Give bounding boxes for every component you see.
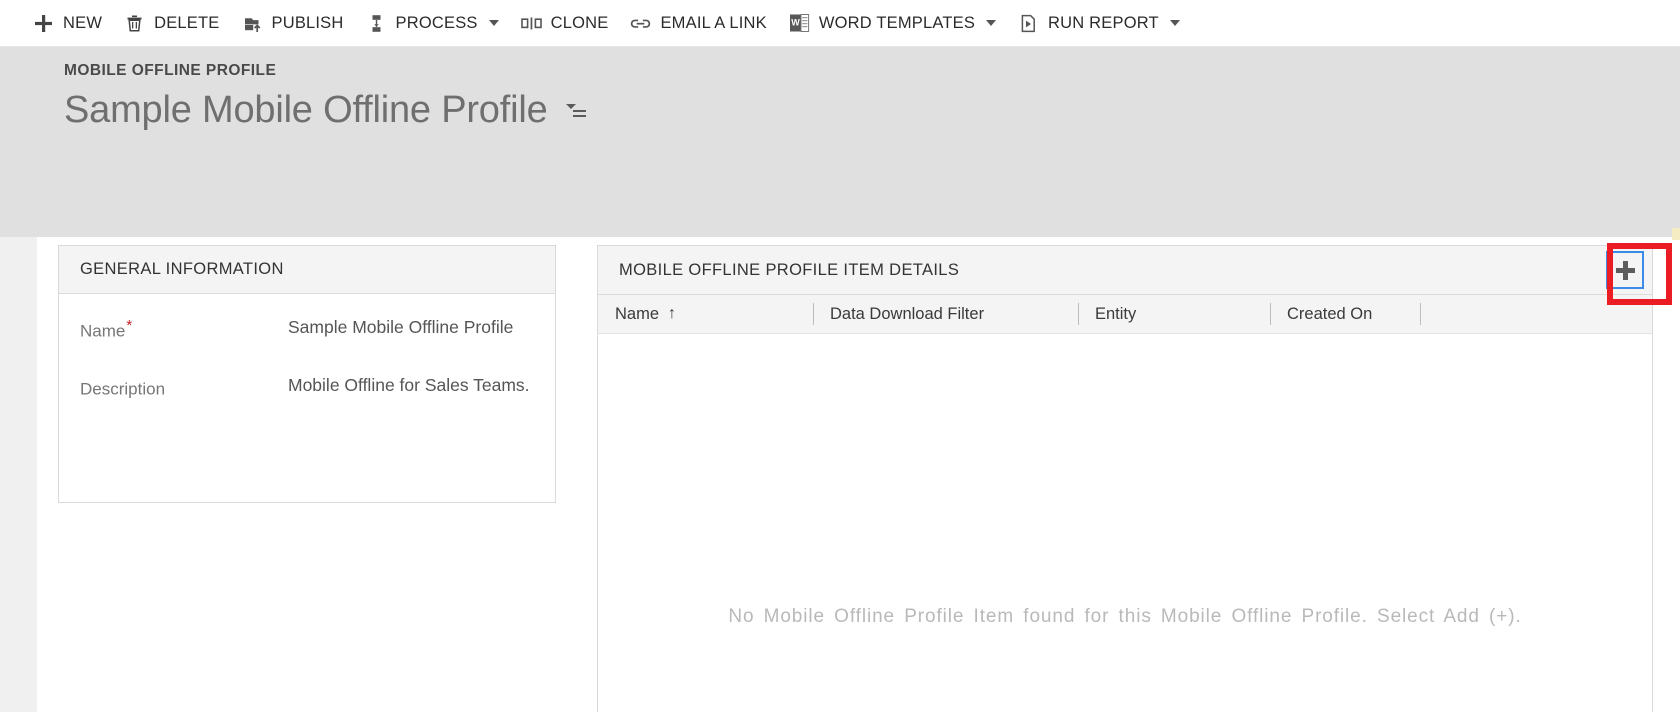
item-details-title: MOBILE OFFLINE PROFILE ITEM DETAILS — [619, 260, 960, 279]
column-header-name[interactable]: Name ↑ — [598, 295, 813, 333]
grid-empty-message: No Mobile Offline Profile Item found for… — [728, 606, 1522, 627]
command-bar: NEW DELETE PUBLISH PROCESS CLONE EMAIL A… — [0, 0, 1680, 47]
page-title: Sample Mobile Offline Profile — [64, 89, 548, 131]
clone-button-label: CLONE — [550, 13, 609, 32]
description-field-label: Description — [80, 374, 288, 400]
record-set-navigator-icon[interactable] — [565, 103, 586, 119]
delete-button[interactable]: DELETE — [113, 0, 230, 47]
general-information-title: GENERAL INFORMATION — [80, 260, 284, 278]
left-gutter — [0, 237, 37, 712]
sort-ascending-icon: ↑ — [668, 305, 677, 322]
add-item-button[interactable] — [1606, 251, 1644, 289]
delete-button-label: DELETE — [154, 13, 220, 32]
record-title-row: Sample Mobile Offline Profile — [64, 89, 586, 131]
run-report-button-label: RUN REPORT — [1048, 13, 1159, 32]
link-icon — [630, 13, 651, 34]
chevron-down-icon — [565, 103, 576, 109]
form-body: GENERAL INFORMATION Name* Sample Mobile … — [0, 237, 1680, 712]
entity-type-label: MOBILE OFFLINE PROFILE — [64, 62, 277, 79]
description-label-text: Description — [80, 379, 166, 399]
item-details-section: MOBILE OFFLINE PROFILE ITEM DETAILS Name… — [597, 245, 1653, 712]
publish-upload-icon — [242, 13, 263, 34]
word-templates-button[interactable]: W WORD TEMPLATES — [778, 0, 1007, 47]
plus-icon — [1615, 260, 1635, 280]
grid-column-headers: Name ↑ Data Download Filter Entity Creat… — [598, 295, 1652, 334]
report-icon — [1018, 13, 1039, 34]
field-row-name: Name* Sample Mobile Offline Profile — [59, 316, 555, 374]
chevron-down-icon[interactable] — [488, 20, 499, 26]
process-icon — [366, 13, 387, 34]
column-header-data-download-filter-label: Data Download Filter — [830, 304, 985, 323]
name-field-value[interactable]: Sample Mobile Offline Profile — [288, 316, 513, 338]
menu-line — [572, 109, 586, 113]
publish-button-label: PUBLISH — [271, 13, 344, 32]
svg-text:W: W — [791, 18, 800, 28]
name-label-text: Name — [80, 321, 126, 341]
column-header-data-download-filter[interactable]: Data Download Filter — [813, 295, 1078, 333]
menu-line — [572, 114, 586, 118]
new-button-label: NEW — [63, 13, 103, 32]
column-header-created-on-label: Created On — [1287, 304, 1373, 323]
general-information-body: Name* Sample Mobile Offline Profile Desc… — [59, 294, 555, 432]
general-information-header: GENERAL INFORMATION — [59, 246, 555, 294]
grid-body: No Mobile Offline Profile Item found for… — [598, 334, 1652, 712]
chevron-down-icon[interactable] — [1169, 20, 1180, 26]
clone-icon — [520, 13, 542, 34]
description-field-value[interactable]: Mobile Offline for Sales Teams. — [288, 374, 530, 396]
column-header-created-on[interactable]: Created On — [1270, 295, 1420, 333]
plus-icon — [33, 13, 54, 34]
required-indicator: * — [126, 317, 133, 334]
scroll-marker — [1672, 228, 1680, 240]
item-details-header: MOBILE OFFLINE PROFILE ITEM DETAILS — [598, 246, 1652, 295]
publish-button[interactable]: PUBLISH — [231, 0, 355, 47]
email-a-link-button[interactable]: EMAIL A LINK — [619, 0, 777, 47]
process-button-label: PROCESS — [395, 13, 478, 32]
field-row-description: Description Mobile Offline for Sales Tea… — [59, 374, 555, 432]
column-header-entity-label: Entity — [1095, 304, 1137, 323]
word-templates-button-label: WORD TEMPLATES — [818, 13, 976, 32]
clone-button[interactable]: CLONE — [510, 0, 620, 47]
email-a-link-button-label: EMAIL A LINK — [660, 13, 767, 32]
general-information-section: GENERAL INFORMATION Name* Sample Mobile … — [58, 245, 556, 503]
trash-icon — [124, 13, 145, 34]
column-header-entity[interactable]: Entity — [1078, 295, 1270, 333]
word-document-icon: W — [789, 13, 810, 34]
column-header-name-label: Name — [615, 304, 660, 323]
name-field-label: Name* — [80, 316, 288, 342]
process-button[interactable]: PROCESS — [355, 0, 510, 47]
new-button[interactable]: NEW — [22, 0, 113, 47]
page-header-band: MOBILE OFFLINE PROFILE Sample Mobile Off… — [0, 47, 1680, 237]
chevron-down-icon[interactable] — [986, 20, 997, 26]
column-header-spacer — [1420, 295, 1652, 333]
page-header-content: MOBILE OFFLINE PROFILE Sample Mobile Off… — [64, 62, 586, 131]
run-report-button[interactable]: RUN REPORT — [1007, 0, 1191, 47]
